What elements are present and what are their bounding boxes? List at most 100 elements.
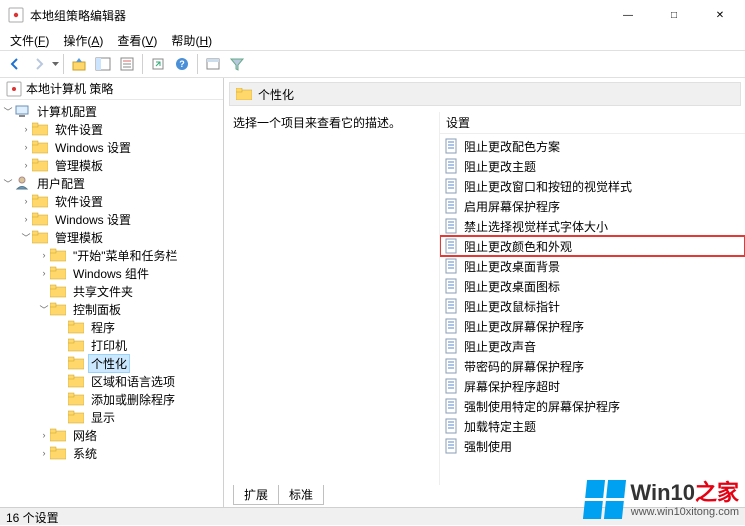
folder-icon — [50, 247, 66, 263]
tree-node[interactable]: ›Windows 设置 — [0, 210, 223, 228]
tree-node[interactable]: •区域和语言选项 — [0, 372, 223, 390]
folder-icon — [50, 427, 66, 443]
tree-node[interactable]: ›软件设置 — [0, 120, 223, 138]
tree-node-control-panel[interactable]: ﹀控制面板 — [0, 300, 223, 318]
policy-icon — [444, 138, 460, 154]
setting-item[interactable]: 阻止更改窗口和按钮的视觉样式 — [440, 176, 745, 196]
setting-item[interactable]: 强制使用 — [440, 436, 745, 456]
folder-icon — [68, 355, 84, 371]
windows-logo-icon — [583, 480, 626, 519]
policy-icon — [444, 178, 460, 194]
settings-list[interactable]: 设置 阻止更改配色方案阻止更改主题阻止更改窗口和按钮的视觉样式启用屏幕保护程序禁… — [439, 112, 745, 485]
forward-button[interactable] — [28, 53, 50, 75]
menu-action[interactable]: 操作(A) — [57, 30, 109, 51]
status-text: 16 个设置 — [6, 511, 59, 525]
policy-icon — [444, 158, 460, 174]
maximize-button[interactable]: □ — [651, 0, 697, 30]
filter-button[interactable] — [226, 53, 248, 75]
tab-standard[interactable]: 标准 — [278, 485, 324, 505]
policy-icon — [444, 438, 460, 454]
tree-node[interactable]: ›软件设置 — [0, 192, 223, 210]
tree-node-personalization[interactable]: •个性化 — [0, 354, 223, 372]
refresh-button[interactable] — [202, 53, 224, 75]
menu-file[interactable]: 文件(F) — [4, 30, 55, 51]
setting-item[interactable]: 阻止更改屏幕保护程序 — [440, 316, 745, 336]
tree-node[interactable]: ›系统 — [0, 444, 223, 462]
tree-node-user[interactable]: ﹀用户配置 — [0, 174, 223, 192]
description-text: 选择一个项目来查看它的描述。 — [233, 116, 401, 130]
svg-text:?: ? — [179, 59, 185, 69]
folder-icon — [68, 337, 84, 353]
app-icon — [8, 7, 24, 23]
setting-item[interactable]: 阻止更改颜色和外观 — [440, 236, 745, 256]
export-button[interactable] — [147, 53, 169, 75]
policy-icon — [444, 218, 460, 234]
policy-icon — [444, 318, 460, 334]
toolbar: ? — [0, 50, 745, 78]
tree-root-label[interactable]: 本地计算机 策略 — [26, 80, 113, 97]
tree-node[interactable]: •打印机 — [0, 336, 223, 354]
tree-node[interactable]: ›管理模板 — [0, 156, 223, 174]
setting-item[interactable]: 阻止更改声音 — [440, 336, 745, 356]
right-content: 选择一个项目来查看它的描述。 设置 阻止更改配色方案阻止更改主题阻止更改窗口和按… — [229, 106, 745, 485]
tree-node[interactable]: •显示 — [0, 408, 223, 426]
folder-icon — [32, 139, 48, 155]
tree-node[interactable]: ›Windows 组件 — [0, 264, 223, 282]
folder-icon — [32, 157, 48, 173]
setting-item[interactable]: 禁止选择视觉样式字体大小 — [440, 216, 745, 236]
folder-icon — [68, 319, 84, 335]
forward-dropdown[interactable] — [52, 62, 59, 67]
policy-icon — [444, 298, 460, 314]
menu-bar: 文件(F) 操作(A) 查看(V) 帮助(H) — [0, 30, 745, 50]
setting-item[interactable]: 加载特定主题 — [440, 416, 745, 436]
setting-item[interactable]: 阻止更改配色方案 — [440, 136, 745, 156]
tree-node[interactable]: ›"开始"菜单和任务栏 — [0, 246, 223, 264]
properties-button[interactable] — [116, 53, 138, 75]
root-icon — [6, 81, 22, 97]
close-button[interactable]: ✕ — [697, 0, 743, 30]
column-header-setting[interactable]: 设置 — [440, 112, 745, 134]
help-button[interactable]: ? — [171, 53, 193, 75]
computer-icon — [14, 103, 30, 119]
show-hide-tree-button[interactable] — [92, 53, 114, 75]
tree-node-admin[interactable]: ﹀管理模板 — [0, 228, 223, 246]
menu-help[interactable]: 帮助(H) — [165, 30, 218, 51]
policy-icon — [444, 398, 460, 414]
setting-item[interactable]: 强制使用特定的屏幕保护程序 — [440, 396, 745, 416]
policy-icon — [444, 358, 460, 374]
up-button[interactable] — [68, 53, 90, 75]
setting-item[interactable]: 带密码的屏幕保护程序 — [440, 356, 745, 376]
folder-icon — [236, 88, 252, 100]
setting-item[interactable]: 屏幕保护程序超时 — [440, 376, 745, 396]
folder-icon — [68, 373, 84, 389]
folder-icon — [32, 211, 48, 227]
setting-item[interactable]: 阻止更改桌面背景 — [440, 256, 745, 276]
setting-item[interactable]: 阻止更改桌面图标 — [440, 276, 745, 296]
tree-node[interactable]: ›网络 — [0, 426, 223, 444]
tree-node[interactable]: •程序 — [0, 318, 223, 336]
tree-node[interactable]: •添加或删除程序 — [0, 390, 223, 408]
policy-icon — [444, 418, 460, 434]
minimize-button[interactable]: — — [605, 0, 651, 30]
tree-node[interactable]: •共享文件夹 — [0, 282, 223, 300]
setting-item[interactable]: 阻止更改鼠标指针 — [440, 296, 745, 316]
tab-extended[interactable]: 扩展 — [233, 485, 279, 505]
right-panel: 个性化 选择一个项目来查看它的描述。 设置 阻止更改配色方案阻止更改主题阻止更改… — [224, 78, 745, 507]
menu-view[interactable]: 查看(V) — [111, 30, 163, 51]
back-button[interactable] — [4, 53, 26, 75]
tree-node-computer[interactable]: ﹀计算机配置 — [0, 102, 223, 120]
description-column: 选择一个项目来查看它的描述。 — [229, 112, 439, 485]
folder-icon — [50, 445, 66, 461]
tree-node[interactable]: ›Windows 设置 — [0, 138, 223, 156]
tree-body[interactable]: ﹀计算机配置 ›软件设置 ›Windows 设置 ›管理模板 ﹀用户配置 ›软件… — [0, 100, 223, 505]
setting-item[interactable]: 阻止更改主题 — [440, 156, 745, 176]
folder-icon — [32, 121, 48, 137]
folder-icon — [32, 193, 48, 209]
user-icon — [14, 175, 30, 191]
policy-icon — [444, 378, 460, 394]
right-panel-title: 个性化 — [258, 86, 294, 103]
setting-item[interactable]: 启用屏幕保护程序 — [440, 196, 745, 216]
policy-icon — [444, 238, 460, 254]
folder-open-icon — [32, 229, 48, 245]
window-title: 本地组策略编辑器 — [30, 7, 605, 24]
